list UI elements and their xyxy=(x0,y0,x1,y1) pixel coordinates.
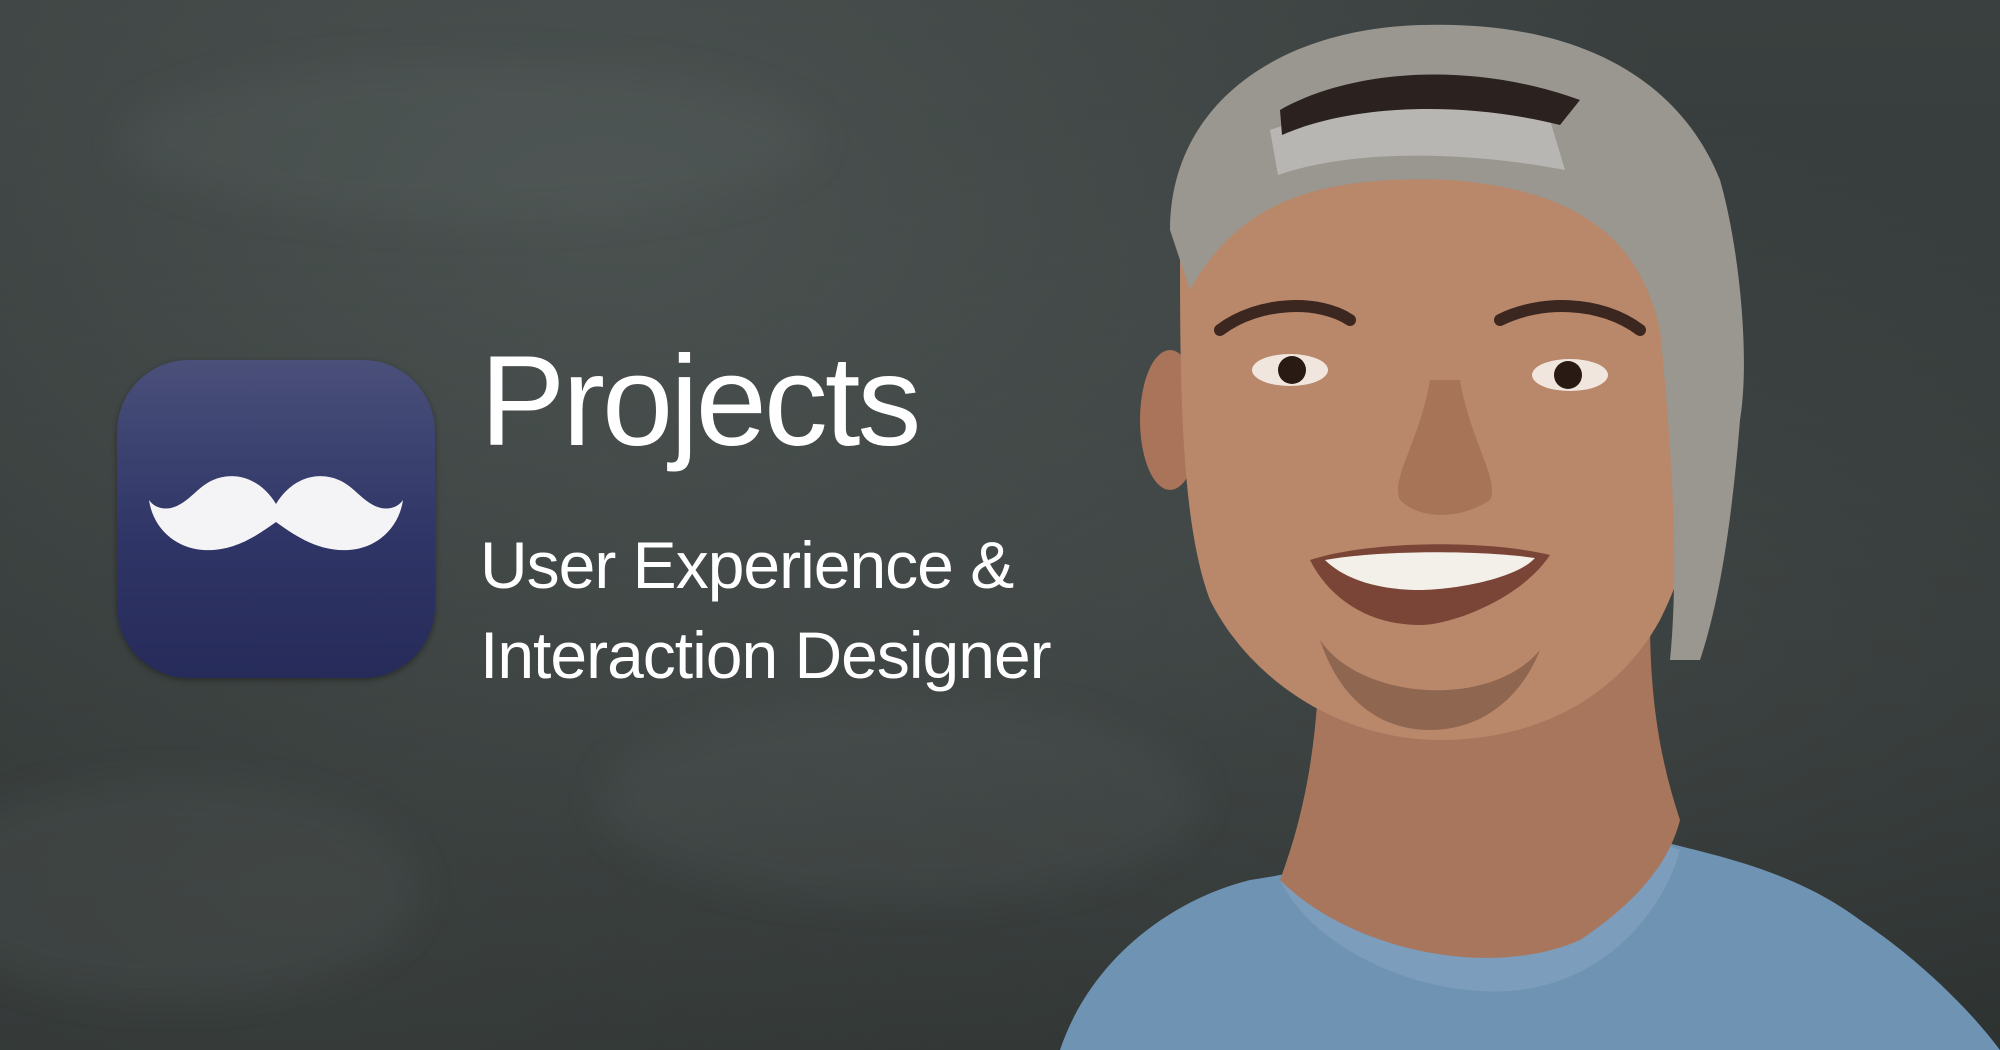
page-title: Projects xyxy=(480,330,921,473)
project-banner: Projects User Experience & Interaction D… xyxy=(0,0,2000,1050)
chalk-texture xyxy=(120,60,820,220)
app-icon xyxy=(117,360,435,678)
chalk-texture xyxy=(0,780,420,1000)
job-title-line-1: User Experience & xyxy=(480,528,1014,602)
job-title: User Experience & Interaction Designer xyxy=(480,520,1052,700)
mustache-icon xyxy=(149,476,403,551)
portrait-photo xyxy=(1060,24,2000,1050)
job-title-line-2: Interaction Designer xyxy=(480,618,1052,692)
